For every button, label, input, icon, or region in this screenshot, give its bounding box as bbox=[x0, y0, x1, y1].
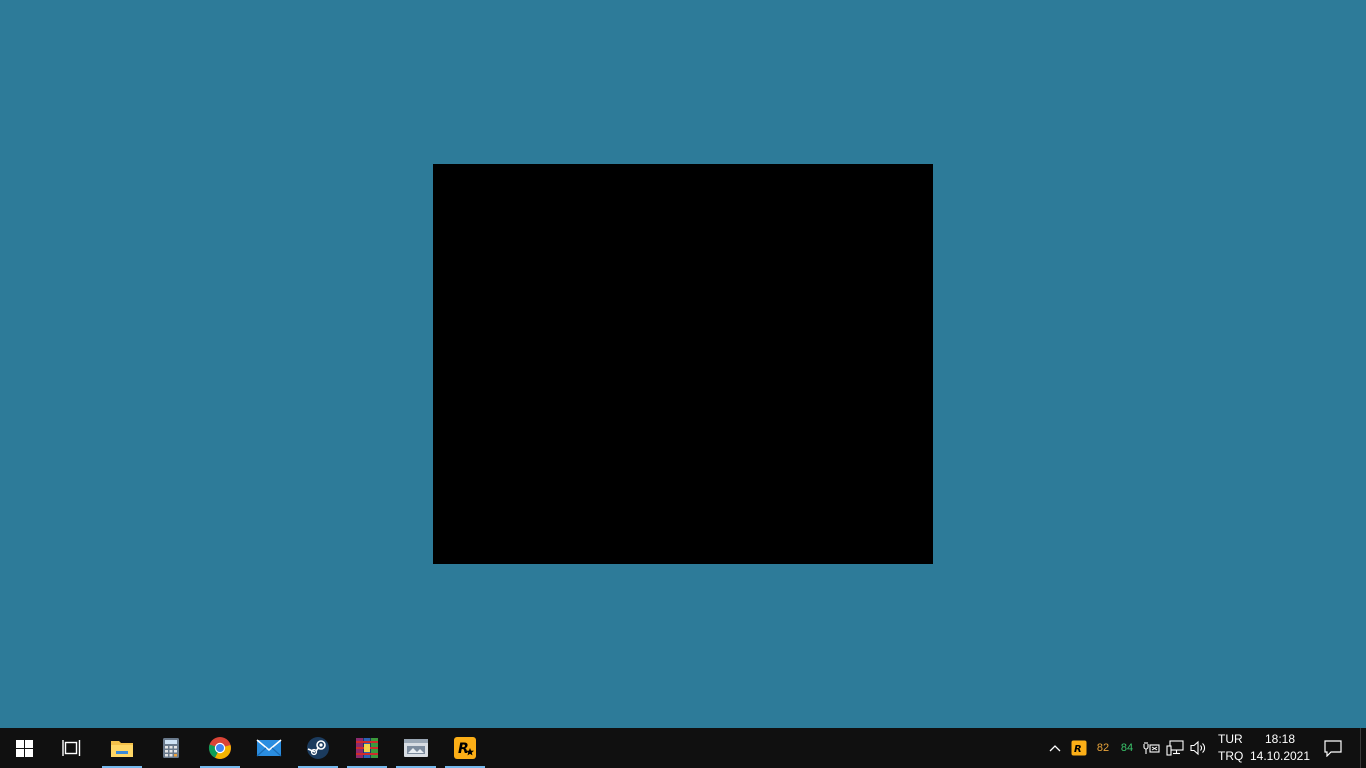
chrome-icon bbox=[208, 737, 231, 759]
clock[interactable]: 18:18 14.10.2021 bbox=[1250, 728, 1310, 768]
start-button[interactable] bbox=[0, 728, 48, 768]
svg-text:R: R bbox=[1074, 744, 1082, 755]
clock-date: 14.10.2021 bbox=[1249, 749, 1311, 763]
tray-power[interactable] bbox=[1140, 728, 1162, 768]
clock-time: 18:18 bbox=[1264, 732, 1296, 746]
mail-icon bbox=[256, 739, 282, 757]
language-code: TUR bbox=[1218, 732, 1243, 746]
chevron-up-icon bbox=[1049, 745, 1061, 752]
power-plug-icon bbox=[1143, 742, 1160, 754]
show-desktop-button[interactable] bbox=[1360, 728, 1366, 768]
steam-icon bbox=[307, 737, 329, 759]
taskbar-mail[interactable] bbox=[245, 728, 293, 768]
show-hidden-icons-button[interactable] bbox=[1044, 728, 1066, 768]
rockstar-icon: R bbox=[454, 737, 476, 759]
svg-text:R: R bbox=[458, 741, 469, 757]
winrar-icon bbox=[356, 738, 378, 758]
task-view-button[interactable] bbox=[48, 728, 96, 768]
temperature-2-value: 84 bbox=[1120, 742, 1134, 754]
windows-logo-icon bbox=[15, 739, 33, 757]
tray-rockstar[interactable]: R bbox=[1068, 728, 1090, 768]
taskbar-rockstar-launcher[interactable]: R bbox=[441, 728, 489, 768]
temperature-1-value: 82 bbox=[1096, 742, 1110, 754]
folder-icon bbox=[111, 741, 133, 757]
black-window[interactable] bbox=[433, 164, 933, 564]
desktop[interactable] bbox=[0, 0, 1366, 728]
calculator-icon bbox=[163, 738, 179, 758]
rockstar-tray-icon: R bbox=[1071, 740, 1087, 756]
window-app-icon bbox=[404, 739, 428, 757]
tray-volume[interactable] bbox=[1188, 728, 1210, 768]
tray-temperature-1[interactable]: 82 bbox=[1092, 728, 1114, 768]
action-center-button[interactable] bbox=[1318, 728, 1348, 768]
keyboard-layout-code: TRQ bbox=[1218, 749, 1244, 763]
task-view-icon bbox=[62, 740, 81, 756]
taskbar-app-window[interactable] bbox=[392, 728, 440, 768]
taskbar-steam[interactable] bbox=[294, 728, 342, 768]
tray-temperature-2[interactable]: 84 bbox=[1116, 728, 1138, 768]
tray-network[interactable] bbox=[1164, 728, 1186, 768]
taskbar-winrar[interactable] bbox=[343, 728, 391, 768]
taskbar-google-chrome[interactable] bbox=[196, 728, 244, 768]
network-icon bbox=[1166, 740, 1184, 756]
taskbar: R R 82 84 TUR TRQ 18:18 14.10.2021 bbox=[0, 728, 1366, 768]
taskbar-calculator[interactable] bbox=[147, 728, 195, 768]
notification-icon bbox=[1324, 739, 1342, 757]
input-language-indicator[interactable]: TUR TRQ bbox=[1218, 728, 1243, 768]
speaker-icon bbox=[1190, 740, 1205, 756]
taskbar-file-explorer[interactable] bbox=[98, 728, 146, 768]
